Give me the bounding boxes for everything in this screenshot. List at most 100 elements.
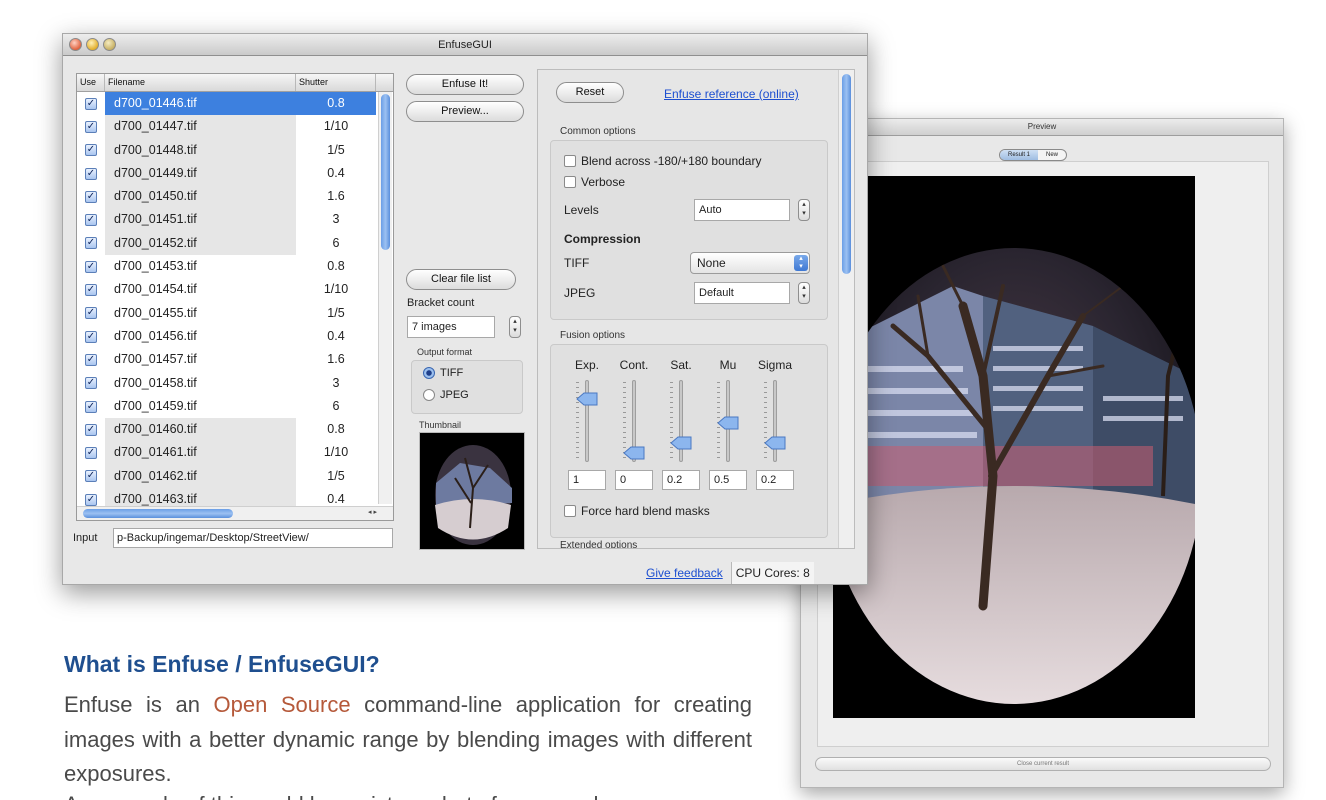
file-list-scroll-thumb[interactable] bbox=[381, 94, 390, 250]
open-source-link[interactable]: Open Source bbox=[213, 692, 350, 717]
checkbox-checked-icon[interactable]: ✓ bbox=[85, 237, 97, 250]
checkbox-unchecked-icon[interactable] bbox=[564, 176, 576, 188]
slider-knob-icon[interactable] bbox=[717, 416, 739, 430]
checkbox-checked-icon[interactable]: ✓ bbox=[85, 214, 97, 227]
slider-knob-icon[interactable] bbox=[670, 436, 692, 450]
jpeg-quality-field[interactable]: Default bbox=[694, 282, 790, 304]
checkbox-checked-icon[interactable]: ✓ bbox=[85, 353, 97, 366]
options-vertical-scrollbar[interactable] bbox=[838, 70, 854, 548]
tiff-compression-select[interactable]: None ▴ ▾ bbox=[690, 252, 810, 274]
table-row[interactable]: ✓ d700_01457.tif 1.6 bbox=[77, 348, 393, 372]
checkbox-unchecked-icon[interactable] bbox=[564, 155, 576, 167]
options-scroll-thumb[interactable] bbox=[842, 74, 851, 274]
use-checkbox[interactable]: ✓ bbox=[77, 92, 105, 115]
use-checkbox[interactable]: ✓ bbox=[77, 395, 105, 418]
use-checkbox[interactable]: ✓ bbox=[77, 139, 105, 162]
use-checkbox[interactable]: ✓ bbox=[77, 418, 105, 441]
checkbox-checked-icon[interactable]: ✓ bbox=[85, 260, 97, 273]
table-row[interactable]: ✓ d700_01459.tif 6 bbox=[77, 394, 393, 419]
table-row[interactable]: ✓ d700_01450.tif 1.6 bbox=[77, 185, 393, 209]
slider-knob-icon[interactable] bbox=[623, 446, 645, 460]
use-checkbox[interactable]: ✓ bbox=[77, 348, 105, 371]
table-row[interactable]: ✓ d700_01462.tif 1/5 bbox=[77, 464, 393, 489]
enfuse-reference-link[interactable]: Enfuse reference (online) bbox=[664, 87, 799, 101]
checkbox-checked-icon[interactable]: ✓ bbox=[85, 377, 97, 390]
column-header-use[interactable]: Use bbox=[77, 74, 105, 91]
slider-knob-icon[interactable] bbox=[764, 436, 786, 450]
bracket-count-field[interactable]: 7 images bbox=[407, 316, 495, 338]
tab-new[interactable]: New bbox=[1038, 150, 1066, 160]
select-arrows-icon[interactable]: ▴ ▾ bbox=[794, 255, 808, 271]
column-header-filename[interactable]: Filename bbox=[105, 74, 296, 91]
checkbox-checked-icon[interactable]: ✓ bbox=[85, 97, 97, 110]
slider-value-field[interactable]: 0.2 bbox=[662, 470, 700, 490]
checkbox-checked-icon[interactable]: ✓ bbox=[85, 307, 97, 320]
checkbox-checked-icon[interactable]: ✓ bbox=[85, 447, 97, 460]
radio-selected-icon[interactable] bbox=[423, 367, 435, 379]
checkbox-checked-icon[interactable]: ✓ bbox=[85, 470, 97, 483]
checkbox-unchecked-icon[interactable] bbox=[564, 505, 576, 517]
table-row[interactable]: ✓ d700_01460.tif 0.8 bbox=[77, 418, 393, 442]
checkbox-checked-icon[interactable]: ✓ bbox=[85, 190, 97, 203]
table-row[interactable]: ✓ d700_01461.tif 1/10 bbox=[77, 441, 393, 465]
clear-file-list-button[interactable]: Clear file list bbox=[406, 269, 516, 290]
reset-button[interactable]: Reset bbox=[556, 82, 624, 103]
checkbox-checked-icon[interactable]: ✓ bbox=[85, 144, 97, 157]
checkbox-checked-icon[interactable]: ✓ bbox=[85, 330, 97, 343]
levels-stepper-icon[interactable]: ▴ ▾ bbox=[798, 199, 810, 221]
radio-tiff[interactable]: TIFF bbox=[423, 367, 463, 379]
table-row[interactable]: ✓ d700_01454.tif 1/10 bbox=[77, 278, 393, 302]
file-list-horizontal-thumb[interactable] bbox=[83, 509, 233, 518]
checkbox-checked-icon[interactable]: ✓ bbox=[85, 400, 97, 413]
use-checkbox[interactable]: ✓ bbox=[77, 465, 105, 488]
table-row[interactable]: ✓ d700_01446.tif 0.8 bbox=[77, 92, 393, 116]
jpeg-stepper-icon[interactable]: ▴ ▾ bbox=[798, 282, 810, 304]
slider-knob-icon[interactable] bbox=[576, 392, 598, 406]
table-row[interactable]: ✓ d700_01456.tif 0.4 bbox=[77, 324, 393, 349]
file-list-vertical-scrollbar[interactable] bbox=[378, 92, 392, 504]
use-checkbox[interactable]: ✓ bbox=[77, 232, 105, 255]
tab-result-1[interactable]: Result 1 bbox=[1000, 150, 1039, 160]
slider-value-field[interactable]: 0 bbox=[615, 470, 653, 490]
verbose-checkbox[interactable]: Verbose bbox=[564, 175, 625, 189]
use-checkbox[interactable]: ✓ bbox=[77, 278, 105, 301]
force-hard-blend-checkbox[interactable]: Force hard blend masks bbox=[564, 504, 710, 518]
checkbox-checked-icon[interactable]: ✓ bbox=[85, 167, 97, 180]
close-current-result-button[interactable]: Close current result bbox=[815, 757, 1271, 771]
input-path-field[interactable]: p-Backup/ingemar/Desktop/StreetView/ bbox=[113, 528, 393, 548]
scroll-arrows-icon[interactable]: ◂ ▸ bbox=[368, 508, 377, 516]
table-row[interactable]: ✓ d700_01447.tif 1/10 bbox=[77, 115, 393, 139]
table-row[interactable]: ✓ d700_01451.tif 3 bbox=[77, 208, 393, 232]
file-list-table[interactable]: Use Filename Shutter ✓ d700_01446.tif 0.8 ✓… bbox=[76, 73, 394, 521]
use-checkbox[interactable]: ✓ bbox=[77, 441, 105, 464]
zoom-window-button[interactable] bbox=[103, 38, 116, 51]
radio-jpeg[interactable]: JPEG bbox=[423, 389, 469, 401]
checkbox-checked-icon[interactable]: ✓ bbox=[85, 423, 97, 436]
give-feedback-link[interactable]: Give feedback bbox=[646, 562, 723, 584]
use-checkbox[interactable]: ✓ bbox=[77, 325, 105, 348]
use-checkbox[interactable]: ✓ bbox=[77, 302, 105, 325]
use-checkbox[interactable]: ✓ bbox=[77, 255, 105, 278]
file-list-horizontal-scrollbar[interactable]: ◂ ▸ bbox=[77, 506, 393, 520]
slider-value-field[interactable]: 1 bbox=[568, 470, 606, 490]
minimize-window-button[interactable] bbox=[86, 38, 99, 51]
levels-field[interactable]: Auto bbox=[694, 199, 790, 221]
slider-value-field[interactable]: 0.2 bbox=[756, 470, 794, 490]
table-row[interactable]: ✓ d700_01449.tif 0.4 bbox=[77, 161, 393, 186]
blend-across-checkbox[interactable]: Blend across -180/+180 boundary bbox=[564, 154, 761, 168]
column-header-shutter[interactable]: Shutter bbox=[296, 74, 376, 91]
enfuse-it-button[interactable]: Enfuse It! bbox=[406, 74, 524, 95]
table-row[interactable]: ✓ d700_01455.tif 1/5 bbox=[77, 301, 393, 325]
preview-button[interactable]: Preview... bbox=[406, 101, 524, 122]
use-checkbox[interactable]: ✓ bbox=[77, 208, 105, 231]
use-checkbox[interactable]: ✓ bbox=[77, 372, 105, 395]
checkbox-checked-icon[interactable]: ✓ bbox=[85, 120, 97, 133]
table-row[interactable]: ✓ d700_01452.tif 6 bbox=[77, 231, 393, 256]
close-window-button[interactable] bbox=[69, 38, 82, 51]
use-checkbox[interactable]: ✓ bbox=[77, 162, 105, 185]
use-checkbox[interactable]: ✓ bbox=[77, 185, 105, 208]
slider-value-field[interactable]: 0.5 bbox=[709, 470, 747, 490]
table-row[interactable]: ✓ d700_01453.tif 0.8 bbox=[77, 255, 393, 279]
checkbox-checked-icon[interactable]: ✓ bbox=[85, 493, 97, 506]
checkbox-checked-icon[interactable]: ✓ bbox=[85, 284, 97, 297]
